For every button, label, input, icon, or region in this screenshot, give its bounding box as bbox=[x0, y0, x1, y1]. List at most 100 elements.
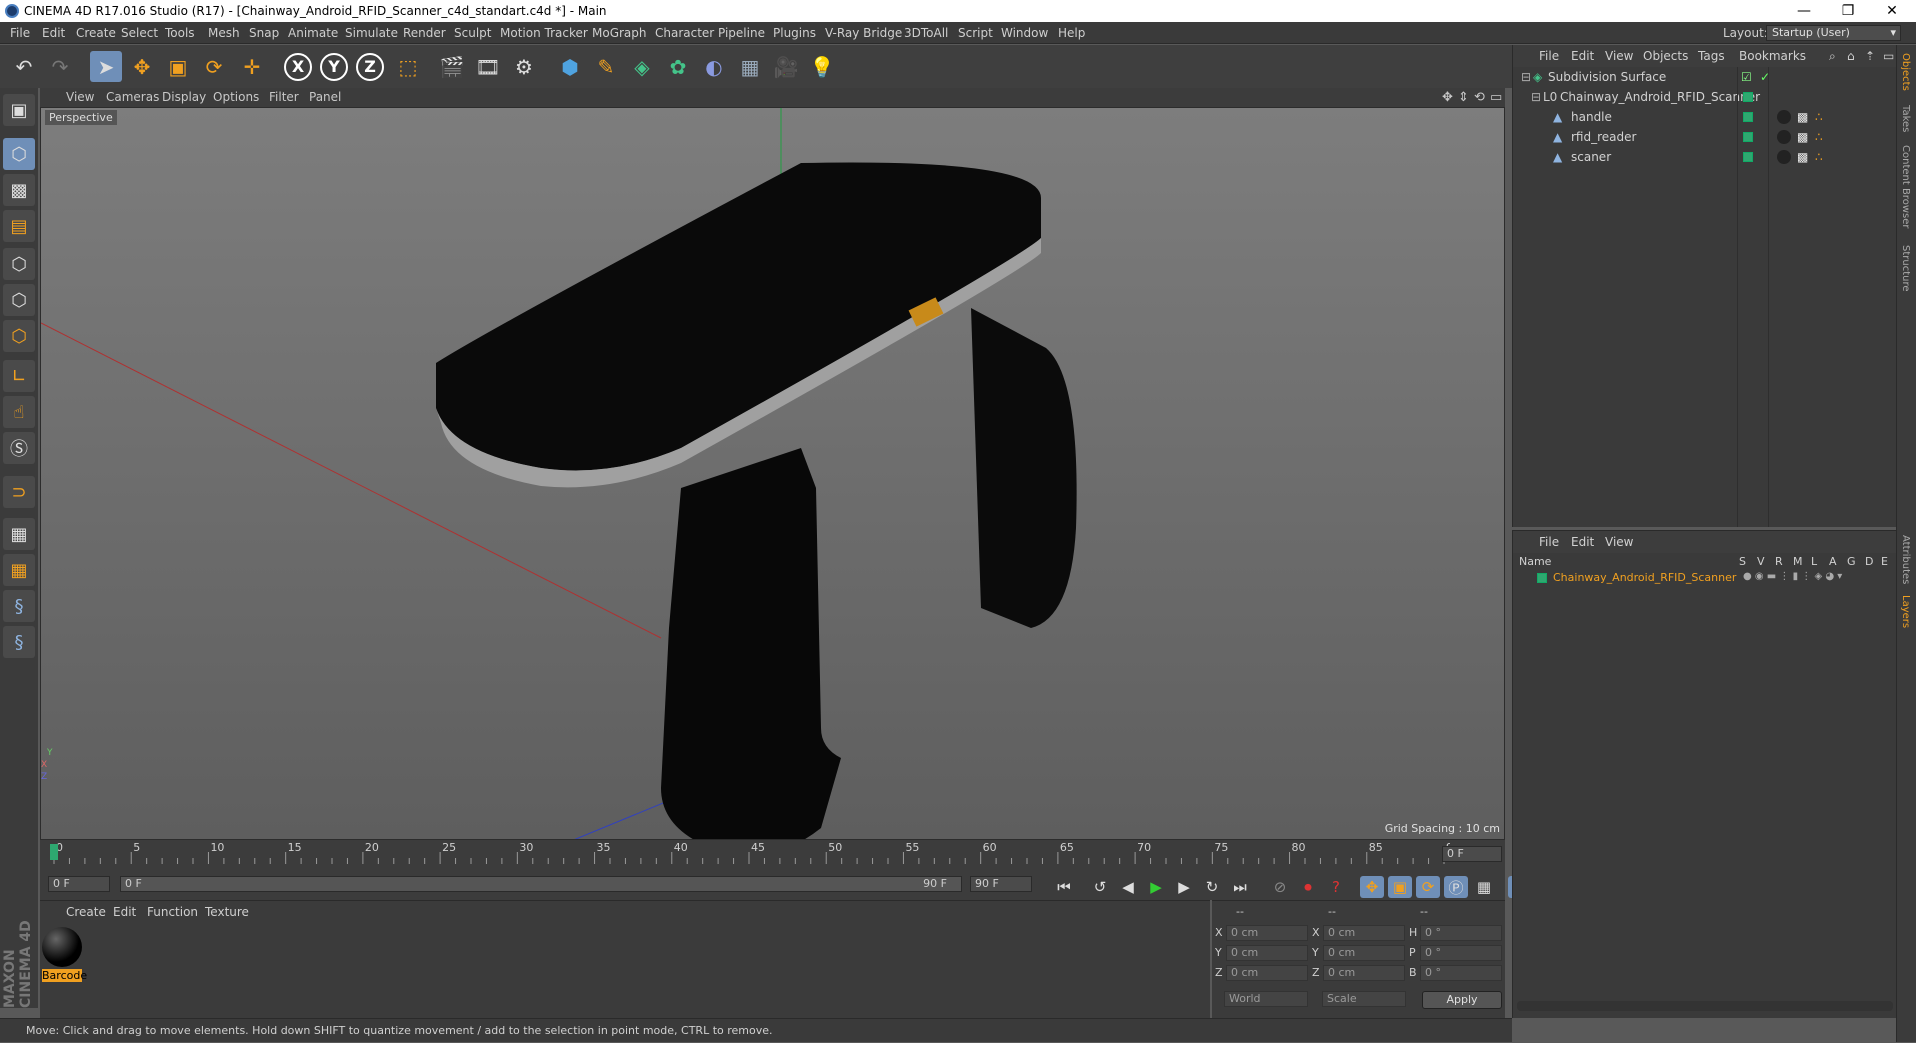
menu-plugins[interactable]: Plugins bbox=[773, 22, 816, 44]
key-rotation-icon[interactable]: ⟳ bbox=[1416, 876, 1440, 898]
objects-menu-edit[interactable]: Edit bbox=[1571, 45, 1594, 67]
material-menu-edit[interactable]: Edit bbox=[113, 905, 136, 919]
key-position-icon[interactable]: ✥ bbox=[1360, 876, 1384, 898]
tree-row-handle[interactable]: ▲ handle ▩ ∴ bbox=[1513, 107, 1897, 127]
material-menu-texture[interactable]: Texture bbox=[205, 905, 249, 919]
recent-tool-icon[interactable]: ✛ bbox=[236, 51, 268, 82]
tree-row-rfid-reader[interactable]: ▲ rfid_reader ▩ ∴ bbox=[1513, 127, 1897, 147]
maximize-button[interactable]: ❐ bbox=[1826, 0, 1870, 22]
play-icon[interactable]: ▶ bbox=[1144, 876, 1168, 898]
minimize-button[interactable]: — bbox=[1782, 0, 1826, 22]
menu-mograph[interactable]: MoGraph bbox=[592, 22, 647, 44]
objects-menu-tags[interactable]: Tags bbox=[1698, 45, 1725, 67]
record-keys-icon[interactable]: ⊘ bbox=[1268, 876, 1292, 898]
uvw-tag-icon[interactable]: ▩ bbox=[1797, 107, 1808, 127]
deformer-icon[interactable]: ◐ bbox=[698, 51, 730, 82]
viewport-rotate-icon[interactable]: ⟲ bbox=[1474, 88, 1485, 107]
frame-range-slider[interactable]: 0 F 90 F bbox=[120, 876, 962, 892]
layer-color-icon[interactable] bbox=[1743, 112, 1753, 122]
snapping-icon[interactable]: Ⓢ bbox=[3, 432, 35, 464]
objects-menu-view[interactable]: View bbox=[1605, 45, 1633, 67]
next-key-icon[interactable]: ↻ bbox=[1200, 876, 1224, 898]
python-icon[interactable]: § bbox=[3, 590, 35, 622]
menu-pipeline[interactable]: Pipeline bbox=[718, 22, 765, 44]
end-frame-field[interactable]: 0 F bbox=[1442, 846, 1502, 862]
cloner-icon[interactable]: ✿ bbox=[662, 51, 694, 82]
python-script-icon[interactable]: § bbox=[3, 626, 35, 658]
material-tag-icon[interactable] bbox=[1777, 110, 1791, 124]
up-icon[interactable]: ⇡ bbox=[1865, 45, 1875, 67]
world-coordinates-icon[interactable]: ⬚ bbox=[392, 51, 424, 82]
texture-mode-icon[interactable]: ▩ bbox=[3, 174, 35, 206]
viewport-move-icon[interactable]: ✥ bbox=[1442, 88, 1453, 107]
coord-mode-select[interactable]: World bbox=[1224, 991, 1308, 1007]
menu-3dtoall[interactable]: 3DToAll bbox=[904, 22, 948, 44]
menu-snap[interactable]: Snap bbox=[249, 22, 279, 44]
next-frame-icon[interactable]: ▶ bbox=[1172, 876, 1196, 898]
redo-icon[interactable]: ↷ bbox=[44, 51, 76, 82]
3d-viewport[interactable]: Perspective Y X Z Grid Spacing : 10 cm bbox=[40, 107, 1505, 840]
coord-pos-z-field[interactable]: 0 cm bbox=[1226, 965, 1308, 981]
magnet-icon[interactable]: ⊃ bbox=[3, 476, 35, 508]
layers-menu-edit[interactable]: Edit bbox=[1571, 531, 1594, 553]
undo-icon[interactable]: ↶ bbox=[8, 51, 40, 82]
menu-tools[interactable]: Tools bbox=[165, 22, 195, 44]
layer-flag-icons[interactable]: ● ◉ ▬ ⋮ ▮ ⋮ ◈ ◕ ▾ bbox=[1743, 571, 1842, 582]
menu-file[interactable]: File bbox=[10, 22, 30, 44]
tree-row-subdivision-surface[interactable]: ⊟ ◈ Subdivision Surface ☑ ✓ bbox=[1513, 67, 1897, 87]
axis-mode-icon[interactable]: ∟ bbox=[3, 360, 35, 392]
tree-row-chainway-null[interactable]: ⊟ L0 Chainway_Android_RFID_Scanner bbox=[1513, 87, 1897, 107]
material-tag-icon[interactable] bbox=[1777, 150, 1791, 164]
tweak-mode-icon[interactable]: ☝ bbox=[3, 396, 35, 428]
light-icon[interactable]: 💡 bbox=[806, 51, 838, 82]
layer-color-icon[interactable] bbox=[1743, 132, 1753, 142]
workplane-grid-icon[interactable]: ▦ bbox=[3, 554, 35, 586]
viewport-zoom-icon[interactable]: ⇕ bbox=[1458, 88, 1469, 107]
key-scale-icon[interactable]: ▣ bbox=[1388, 876, 1412, 898]
z-axis-icon[interactable]: Z bbox=[354, 51, 386, 82]
viewport-maximize-icon[interactable]: ▭ bbox=[1490, 88, 1502, 107]
coord-pos-x-field[interactable]: 0 cm bbox=[1226, 925, 1308, 941]
viewport-menu-display[interactable]: Display bbox=[162, 88, 206, 107]
material-barcode[interactable]: Barcode bbox=[42, 927, 87, 985]
go-to-start-icon[interactable]: ⏮ bbox=[1052, 876, 1076, 898]
render-settings-icon[interactable]: ⚙ bbox=[508, 51, 540, 82]
expand-icon[interactable]: ⊟ bbox=[1521, 67, 1531, 87]
floor-icon[interactable]: ▦ bbox=[734, 51, 766, 82]
coord-rot-p-field[interactable]: 0 ° bbox=[1420, 945, 1502, 961]
layout-select[interactable]: Startup (User) ▾ bbox=[1766, 25, 1901, 41]
menu-vray-bridge[interactable]: V-Ray Bridge bbox=[825, 22, 902, 44]
points-mode-icon[interactable]: ⬡ bbox=[3, 248, 35, 280]
rotate-icon[interactable]: ⟳ bbox=[198, 51, 230, 82]
home-icon[interactable]: ⌂ bbox=[1847, 45, 1855, 67]
coord-size-z-field[interactable]: 0 cm bbox=[1323, 965, 1405, 981]
previous-frame-icon[interactable]: ◀ bbox=[1116, 876, 1140, 898]
menu-simulate[interactable]: Simulate bbox=[345, 22, 398, 44]
coord-rot-h-field[interactable]: 0 ° bbox=[1420, 925, 1502, 941]
pen-icon[interactable]: ✎ bbox=[590, 51, 622, 82]
visibility-check-icon[interactable]: ☑ bbox=[1741, 67, 1752, 87]
max-frame-field[interactable]: 90 F bbox=[970, 876, 1032, 892]
layers-menu-file[interactable]: File bbox=[1539, 531, 1559, 553]
material-menu-create[interactable]: Create bbox=[66, 905, 106, 919]
playhead-marker[interactable] bbox=[50, 844, 58, 860]
layer-row[interactable]: Chainway_Android_RFID_Scanner ● ◉ ▬ ⋮ ▮ … bbox=[1513, 569, 1897, 587]
timeline-ruler[interactable]: 051015202530354045505560657075808590 0 F bbox=[40, 840, 1505, 870]
coord-pos-y-field[interactable]: 0 cm bbox=[1226, 945, 1308, 961]
tab-layers[interactable]: Layers bbox=[1900, 595, 1911, 628]
render-view-icon[interactable]: 🎬 bbox=[436, 51, 468, 82]
search-icon[interactable]: ⌕ bbox=[1829, 45, 1836, 67]
lock-workplane-icon[interactable]: ▦ bbox=[3, 518, 35, 550]
horizontal-scrollbar[interactable] bbox=[1517, 1001, 1893, 1011]
menu-edit[interactable]: Edit bbox=[42, 22, 65, 44]
menu-render[interactable]: Render bbox=[403, 22, 446, 44]
go-to-end-icon[interactable]: ⏭ bbox=[1228, 876, 1252, 898]
render-picture-viewer-icon[interactable]: 🎞 bbox=[472, 51, 504, 82]
coord-transform-select[interactable]: Scale bbox=[1322, 991, 1406, 1007]
viewport-menu-cameras[interactable]: Cameras bbox=[106, 88, 159, 107]
viewport-menu-filter[interactable]: Filter bbox=[269, 88, 299, 107]
coord-size-x-field[interactable]: 0 cm bbox=[1323, 925, 1405, 941]
auto-keying-icon[interactable]: ⏺ bbox=[1296, 876, 1320, 898]
tab-takes[interactable]: Takes bbox=[1900, 105, 1911, 132]
menu-window[interactable]: Window bbox=[1001, 22, 1048, 44]
